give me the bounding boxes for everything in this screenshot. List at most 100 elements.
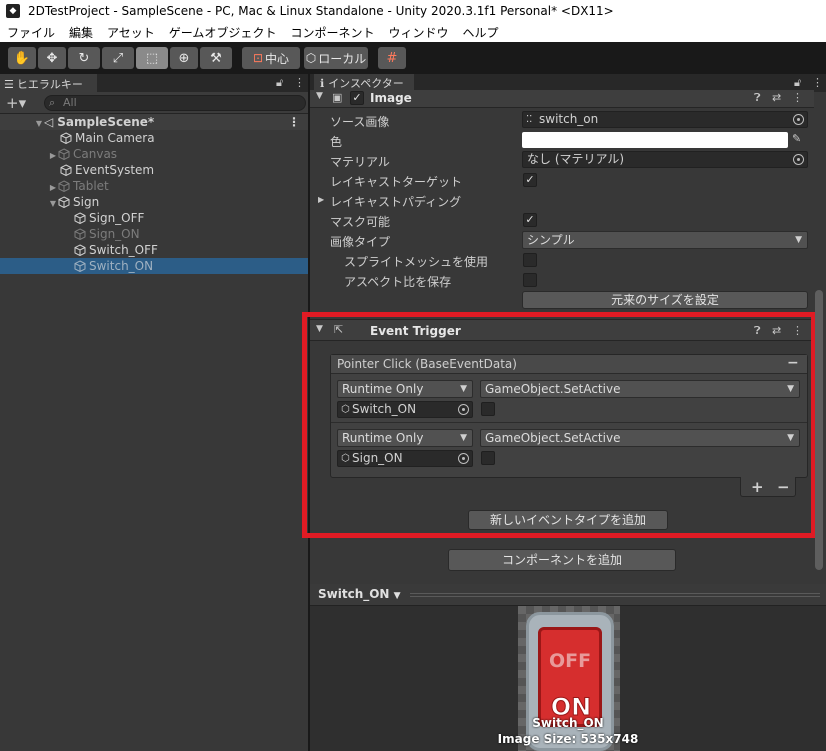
preset-icon[interactable]: ⇄	[772, 91, 781, 104]
hierarchy-search-input[interactable]: ⌕ All	[44, 95, 306, 111]
rect-tool-button[interactable]: ⬚	[136, 47, 168, 69]
scene-icon: ◁	[44, 115, 54, 129]
preview-panel: Switch_ON ▼ OFF ON Switch_ON Image Size:…	[310, 584, 826, 751]
menu-component[interactable]: コンポーネント	[283, 24, 381, 41]
menu-help[interactable]: ヘルプ	[455, 24, 505, 41]
list-item[interactable]: ▶ Tablet	[0, 178, 308, 194]
list-item-selected[interactable]: Switch_ON	[0, 258, 308, 274]
menu-file[interactable]: ファイル	[0, 24, 62, 41]
raycast-target-label: レイキャストターゲット	[330, 175, 463, 189]
menu-window[interactable]: ウィンドウ	[381, 24, 455, 41]
rotate-icon: ↻	[78, 50, 90, 66]
tab-hierarchy[interactable]: ☰ ヒエラルキー	[0, 74, 97, 92]
chevron-down-icon: ▼	[393, 591, 401, 601]
transform-tool-button[interactable]: ⊕	[170, 47, 198, 69]
item-label: Main Camera	[75, 131, 155, 145]
source-image-label: ソース画像	[330, 115, 390, 129]
item-label: SampleScene*	[57, 115, 155, 129]
image-type-value: シンプル	[527, 233, 575, 247]
pivot-toggle-button[interactable]: ⊡ 中心	[242, 47, 300, 69]
more-icon[interactable]: ⋮	[792, 91, 803, 104]
add-component-button[interactable]: コンポーネントを追加	[448, 549, 676, 571]
move-icon: ✥	[46, 50, 58, 66]
menu-gameobject[interactable]: ゲームオブジェクト	[162, 24, 284, 41]
image-type-label: 画像タイプ	[330, 235, 391, 249]
collapse-arrow-icon[interactable]: ▼	[316, 91, 323, 101]
cube-icon	[74, 212, 86, 224]
object-picker-icon[interactable]	[793, 154, 804, 165]
custom-tool-button[interactable]: ⚒	[200, 47, 232, 69]
space-toggle-button[interactable]: ⬡ ローカル	[304, 47, 368, 69]
inspector-tab-label: インスペクター	[328, 77, 404, 90]
hierarchy-tab-label: ヒエラルキー	[16, 78, 83, 91]
cube-icon	[58, 180, 70, 192]
preview-toolbar: Switch_ON ▼	[310, 584, 826, 606]
list-item[interactable]: Main Camera	[0, 130, 308, 146]
item-label: Tablet	[73, 179, 109, 193]
image-enabled-checkbox[interactable]: ✓	[350, 91, 364, 105]
material-value: なし (マテリアル)	[527, 152, 625, 166]
raycast-target-checkbox[interactable]: ✓	[523, 173, 537, 187]
cube-icon	[58, 196, 70, 208]
rotate-tool-button[interactable]: ↻	[68, 47, 100, 69]
window-title: 2DTestProject - SampleScene - PC, Mac & …	[28, 4, 614, 18]
list-item[interactable]: Sign_ON	[0, 226, 308, 242]
image-component-header[interactable]: ▼ ▣ ✓ Image ❓︎ ⇄ ⋮	[310, 90, 814, 108]
menu-edit[interactable]: 編集	[62, 24, 100, 41]
hierarchy-tab-strip: ☰ ヒエラルキー 🔓︎ ⋮	[0, 74, 308, 92]
raycast-padding-label[interactable]: レイキャストパディング	[330, 193, 461, 210]
grid-icon: #	[386, 50, 398, 66]
scale-tool-button[interactable]: ⤢	[102, 47, 134, 69]
item-label: Sign_ON	[89, 227, 140, 241]
maskable-checkbox[interactable]: ✓	[523, 213, 537, 227]
source-image-field[interactable]: ⁚⁚ switch_on	[522, 111, 808, 128]
more-icon[interactable]: ⋮	[288, 114, 300, 130]
help-icon[interactable]: ❓︎	[754, 91, 761, 105]
use-sprite-mesh-checkbox[interactable]	[523, 253, 537, 267]
space-label: ローカル	[318, 51, 367, 66]
list-item[interactable]: ▶ Canvas	[0, 146, 308, 162]
lock-icon[interactable]: 🔓︎	[794, 76, 801, 90]
material-field[interactable]: なし (マテリアル)	[522, 151, 808, 168]
move-tool-button[interactable]: ✥	[38, 47, 66, 69]
lock-icon[interactable]: 🔓︎	[276, 76, 283, 90]
list-item[interactable]: Switch_OFF	[0, 242, 308, 258]
title-bar: ◆ 2DTestProject - SampleScene - PC, Mac …	[0, 0, 826, 22]
list-item[interactable]: EventSystem	[0, 162, 308, 178]
item-label: Sign	[73, 195, 100, 209]
hierarchy-toolbar: +▾ ⌕ All	[0, 92, 308, 114]
unity-logo-icon: ◆	[6, 4, 20, 18]
item-label: Switch_OFF	[89, 243, 158, 257]
set-native-size-button[interactable]: 元来のサイズを設定	[522, 291, 808, 309]
switch-plate: OFF ON	[526, 612, 614, 751]
menu-assets[interactable]: アセット	[100, 24, 162, 41]
preserve-aspect-checkbox[interactable]	[523, 273, 537, 287]
item-label: Canvas	[73, 147, 118, 161]
object-picker-icon[interactable]	[793, 114, 804, 125]
expand-arrow-icon[interactable]: ▶	[318, 195, 324, 204]
add-icon[interactable]: +▾	[6, 94, 26, 112]
item-label: EventSystem	[75, 163, 155, 177]
list-item[interactable]: ▼ Sign	[0, 194, 308, 210]
search-icon: ⌕	[49, 96, 56, 109]
cube-icon	[74, 260, 86, 272]
preview-caption-name: Switch_ON	[532, 716, 604, 730]
color-swatch[interactable]	[522, 132, 788, 148]
eyedropper-icon[interactable]: ✎	[792, 132, 801, 145]
hand-tool-button[interactable]: ✋	[8, 47, 36, 69]
more-icon[interactable]: ⋮	[294, 76, 305, 89]
source-image-value: switch_on	[539, 112, 599, 126]
list-item[interactable]: ▼ ◁ SampleScene* ⋮	[0, 114, 308, 130]
cube-icon	[58, 148, 70, 160]
grid-snap-button[interactable]: #	[378, 47, 406, 69]
preview-object-dropdown[interactable]: Switch_ON ▼	[318, 587, 401, 601]
info-icon: ℹ	[320, 76, 325, 90]
maskable-label: マスク可能	[330, 215, 391, 229]
list-item[interactable]: Sign_OFF	[0, 210, 308, 226]
inspector-scrollbar[interactable]	[815, 290, 823, 570]
more-icon[interactable]: ⋮	[812, 76, 823, 89]
image-icon: ▣	[332, 91, 343, 104]
drag-handle[interactable]	[410, 593, 820, 597]
image-type-dropdown[interactable]: シンプル ▼	[522, 231, 808, 249]
hand-icon: ✋	[13, 50, 31, 66]
